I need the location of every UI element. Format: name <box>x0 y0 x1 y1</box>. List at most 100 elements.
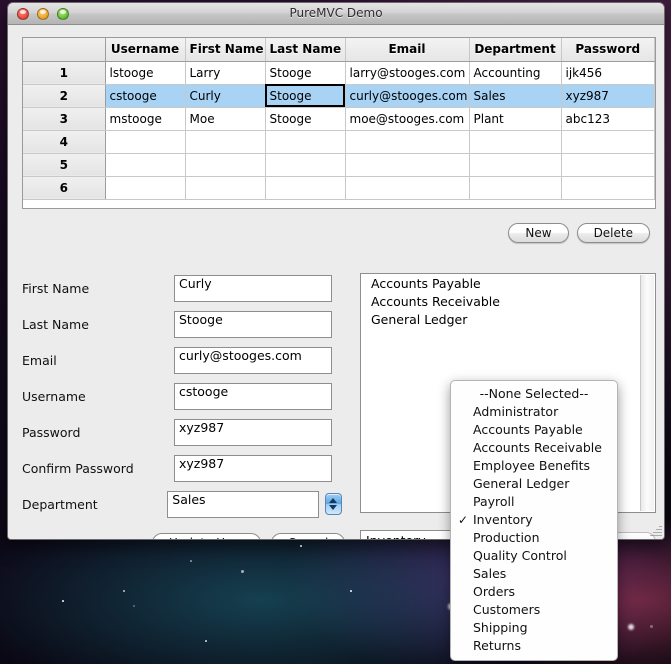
star <box>300 545 302 547</box>
cell-last-name[interactable]: Stooge <box>265 107 346 131</box>
cell-email[interactable] <box>345 130 470 154</box>
cell-password[interactable]: ijk456 <box>561 61 655 85</box>
row-number[interactable]: 1 <box>23 61 106 85</box>
first-name-field[interactable]: Curly <box>174 274 332 302</box>
cell-username[interactable] <box>105 130 186 154</box>
cell-department[interactable] <box>469 153 562 177</box>
table-row[interactable]: 6 <box>23 176 655 200</box>
grid-col-password[interactable]: Password <box>561 38 655 62</box>
menu-item[interactable]: ✓ Inventory <box>451 511 617 529</box>
menu-item[interactable]: Production <box>451 529 617 547</box>
cell-last-name[interactable] <box>265 153 346 177</box>
cell-email[interactable] <box>345 153 470 177</box>
cell-last-name[interactable] <box>265 176 346 200</box>
menu-item[interactable]: General Ledger <box>451 475 617 493</box>
cell-username[interactable] <box>105 176 186 200</box>
menu-item[interactable]: Orders <box>451 583 617 601</box>
cell-email[interactable]: moe@stooges.com <box>345 107 470 131</box>
cell-department[interactable] <box>469 176 562 200</box>
user-data-grid[interactable]: Username First Name Last Name Email Depa… <box>22 37 656 209</box>
row-number[interactable]: 4 <box>23 130 106 154</box>
cell-username[interactable] <box>105 153 186 177</box>
grid-header-row: Username First Name Last Name Email Depa… <box>23 38 655 62</box>
grid-col-department[interactable]: Department <box>469 38 562 62</box>
cell-last-name[interactable] <box>265 130 346 154</box>
list-item[interactable]: General Ledger <box>361 310 655 328</box>
email-field[interactable]: curly@stooges.com <box>174 346 332 374</box>
department-stepper[interactable] <box>324 493 342 515</box>
menu-item[interactable]: Returns <box>451 637 617 655</box>
cell-password[interactable] <box>561 130 655 154</box>
cell-username[interactable]: mstooge <box>105 107 186 131</box>
department-input[interactable]: Sales <box>167 490 319 518</box>
cell-first-name[interactable]: Larry <box>185 61 266 85</box>
cell-password[interactable] <box>561 176 655 200</box>
cell-password[interactable]: abc123 <box>561 107 655 131</box>
last-name-field[interactable]: Stooge <box>174 310 332 338</box>
row-number[interactable]: 5 <box>23 153 106 177</box>
menu-item[interactable]: --None Selected-- <box>451 385 617 403</box>
menu-item[interactable]: Administrator <box>451 403 617 421</box>
cell-username[interactable]: cstooge <box>105 84 186 108</box>
cell-first-name[interactable] <box>185 176 266 200</box>
stepper-up-icon[interactable] <box>329 498 338 503</box>
menu-item[interactable]: Sales <box>451 565 617 583</box>
cell-password[interactable] <box>561 153 655 177</box>
cell-email[interactable]: larry@stooges.com <box>345 61 470 85</box>
stepper-down-icon[interactable] <box>329 505 338 510</box>
cell-first-name[interactable] <box>185 130 266 154</box>
cell-last-name[interactable]: Stooge <box>265 84 346 108</box>
star <box>123 590 125 592</box>
cell-username[interactable]: lstooge <box>105 61 186 85</box>
grid-action-buttons: New Delete <box>508 223 650 243</box>
row-number[interactable]: 2 <box>23 84 106 108</box>
list-item[interactable]: Accounts Receivable <box>361 292 655 310</box>
menu-item[interactable]: Accounts Receivable <box>451 439 617 457</box>
window-titlebar[interactable]: PureMVC Demo <box>8 3 664 25</box>
grid-col-email[interactable]: Email <box>345 38 470 62</box>
cell-department[interactable]: Accounting <box>469 61 562 85</box>
table-row[interactable]: 5 <box>23 153 655 177</box>
menu-item[interactable]: Quality Control <box>451 547 617 565</box>
form-row-username: Username cstooge <box>22 378 342 414</box>
grid-col-first-name[interactable]: First Name <box>185 38 266 62</box>
confirm-password-field[interactable]: xyz987 <box>174 454 332 482</box>
cell-password[interactable]: xyz987 <box>561 84 655 108</box>
menu-item[interactable]: Employee Benefits <box>451 457 617 475</box>
username-field[interactable]: cstooge <box>174 382 332 410</box>
cell-first-name[interactable]: Curly <box>185 84 266 108</box>
table-row[interactable]: 2 cstooge Curly Stooge curly@stooges.com Sale… <box>23 84 655 108</box>
resize-grip-icon[interactable] <box>648 524 662 538</box>
grid-col-username[interactable]: Username <box>105 38 186 62</box>
table-row[interactable]: 3 mstooge Moe Stooge moe@stooges.com Plant abc… <box>23 107 655 131</box>
menu-item[interactable]: Shipping <box>451 619 617 637</box>
cell-email[interactable]: curly@stooges.com <box>345 84 470 108</box>
menu-item[interactable]: Payroll <box>451 493 617 511</box>
table-row[interactable]: 4 <box>23 130 655 154</box>
password-field[interactable]: xyz987 <box>174 418 332 446</box>
menu-item[interactable]: Accounts Payable <box>451 421 617 439</box>
roles-list-scrollbar[interactable] <box>640 275 654 511</box>
cancel-button[interactable]: Cancel <box>270 533 346 539</box>
cell-department[interactable]: Sales <box>469 84 562 108</box>
role-popup-menu[interactable]: --None Selected-- Administrator Accounts P… <box>450 380 618 661</box>
grid-col-rownum[interactable] <box>23 38 106 62</box>
list-item[interactable]: Accounts Payable <box>361 274 655 292</box>
cell-last-name[interactable]: Stooge <box>265 61 346 85</box>
row-number[interactable]: 3 <box>23 107 106 131</box>
table-row[interactable]: 1 lstooge Larry Stooge larry@stooges.com Acco… <box>23 61 655 85</box>
new-button[interactable]: New <box>508 223 569 243</box>
row-number[interactable]: 6 <box>23 176 106 200</box>
cell-first-name[interactable] <box>185 153 266 177</box>
update-user-button[interactable]: Update User <box>152 533 261 539</box>
delete-button[interactable]: Delete <box>576 223 650 243</box>
cell-first-name[interactable]: Moe <box>185 107 266 131</box>
role-combo-box[interactable]: Inventory <box>360 530 464 539</box>
cell-email[interactable] <box>345 176 470 200</box>
grid-col-last-name[interactable]: Last Name <box>265 38 346 62</box>
cell-department[interactable] <box>469 130 562 154</box>
menu-item-label: Sales <box>473 566 507 581</box>
menu-item[interactable]: Customers <box>451 601 617 619</box>
cell-department[interactable]: Plant <box>469 107 562 131</box>
menu-item-label: Administrator <box>473 404 559 419</box>
